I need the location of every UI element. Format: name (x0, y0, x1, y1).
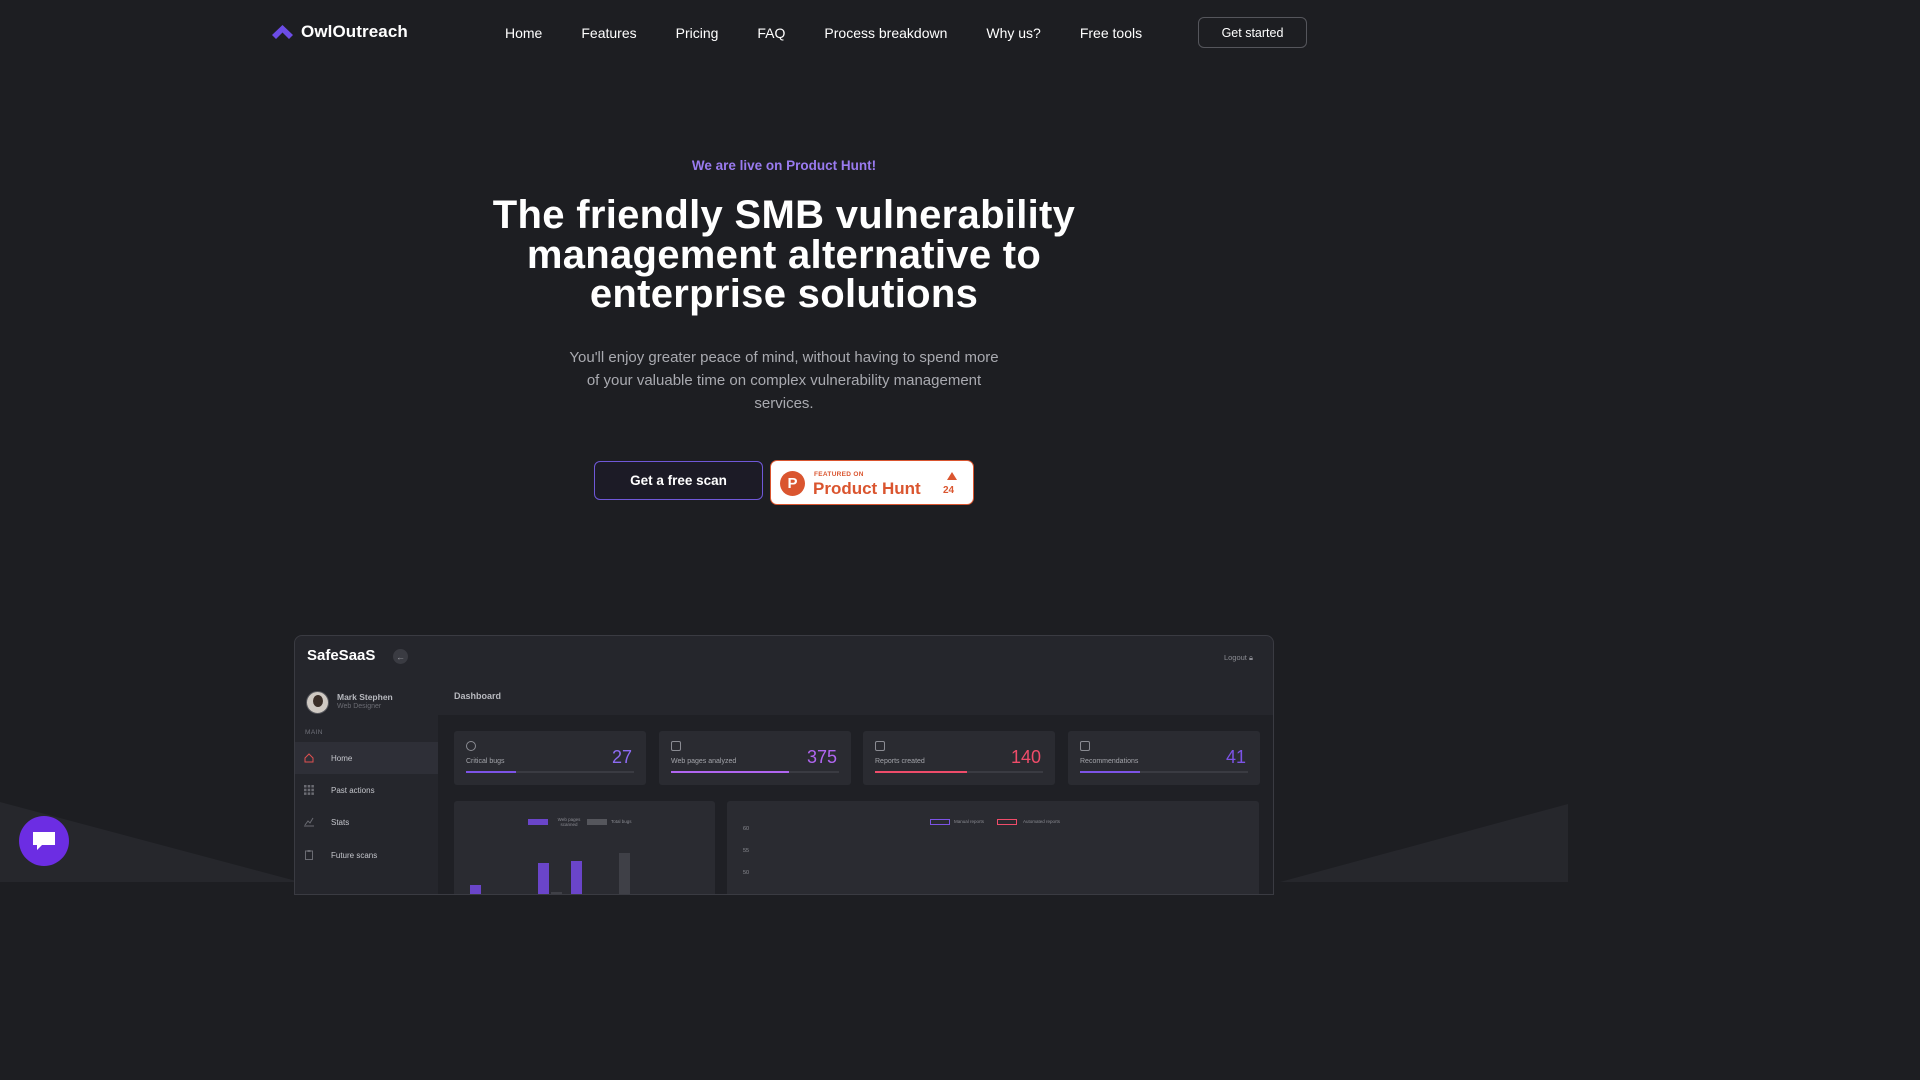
sidebar-section-label: MAIN (305, 729, 323, 736)
stat-value: 27 (611, 747, 632, 767)
chart-bar (504, 894, 515, 895)
stat-card-reports[interactable]: Reports created 140 (863, 731, 1055, 785)
layers-icon (671, 741, 681, 751)
legend-label: Total bugs (611, 819, 632, 824)
sidebar-item-stats[interactable]: Stats (295, 806, 438, 838)
sidebar-item-label: Home (331, 753, 353, 763)
y-tick-label: 60 (743, 826, 750, 832)
chat-bubble-icon (33, 832, 55, 850)
ph-vote-count: 24 (943, 485, 955, 496)
lock-icon: 🔒︎ (1249, 653, 1253, 662)
stat-progress-fill (1080, 771, 1141, 773)
hero-eyebrow: We are live on Product Hunt! (691, 158, 877, 173)
sidebar-item-home[interactable]: Home (295, 742, 438, 774)
dashboard-sidebar: Mark Stephen Web Designer MAIN Home Past… (295, 681, 438, 894)
stat-value: 375 (806, 747, 837, 767)
nav-link-features[interactable]: Features (581, 25, 636, 41)
sidebar-item-past-actions[interactable]: Past actions (295, 774, 438, 806)
stat-label: Web pages analyzed (671, 758, 737, 765)
ph-name: Product Hunt (813, 479, 921, 498)
legend-swatch (930, 819, 950, 825)
stat-progress (875, 771, 1043, 773)
nav-links: Home Features Pricing FAQ Process breakd… (505, 25, 1181, 41)
free-scan-button[interactable]: Get a free scan (594, 461, 763, 500)
legend-label: Web pages scanned (557, 817, 581, 827)
hero-subtitle: You'll enjoy greater peace of mind, with… (569, 349, 999, 412)
legend-swatch (528, 819, 548, 825)
chart-bar (538, 863, 549, 894)
nav-link-home[interactable]: Home (505, 25, 542, 41)
product-hunt-badge[interactable]: P FEATURED ON Product Hunt 24 (770, 460, 974, 505)
dashboard-title: Dashboard (454, 691, 502, 701)
stat-progress-fill (875, 771, 968, 773)
stat-progress (671, 771, 839, 773)
sidebar-item-future-scans[interactable]: Future scans (295, 839, 438, 871)
top-navbar: OwlOutreach Home Features Pricing FAQ Pr… (0, 0, 1568, 66)
logout-link[interactable]: Logout 🔒︎ (1224, 653, 1253, 663)
logout-label: Logout (1223, 653, 1247, 662)
stat-card-critical-bugs[interactable]: Critical bugs 27 (454, 731, 646, 785)
dashboard-brand: SafeSaaS (307, 647, 376, 664)
stat-progress (466, 771, 634, 773)
sidebar-item-label: Stats (331, 817, 350, 827)
home-icon (304, 753, 314, 763)
stat-label: Recommendations (1080, 758, 1139, 765)
owl-logo-icon (272, 25, 293, 39)
product-hunt-logo-icon: P (780, 471, 805, 496)
dashboard-header: Dashboard (438, 681, 1273, 715)
stat-value: 140 (1010, 747, 1041, 767)
stat-progress (1080, 771, 1248, 773)
avatar (306, 691, 329, 714)
chart-icon (304, 817, 314, 827)
brand-name: OwlOutreach (301, 22, 408, 41)
clipboard-icon (875, 741, 885, 751)
grid-icon (304, 785, 314, 795)
nav-link-process[interactable]: Process breakdown (824, 25, 947, 41)
chart-bar (571, 861, 582, 894)
stat-progress-fill (671, 771, 789, 773)
brand-logo[interactable]: OwlOutreach (272, 22, 408, 42)
nav-link-why-us[interactable]: Why us? (986, 25, 1040, 41)
collapse-sidebar-icon[interactable]: ← (393, 649, 408, 664)
stat-card-web-pages[interactable]: Web pages analyzed 375 (659, 731, 851, 785)
y-tick-label: 55 (743, 848, 750, 854)
legend-label: Manual reports (954, 819, 985, 824)
stat-value: 41 (1225, 747, 1246, 767)
legend-swatch (587, 819, 607, 825)
clipboard-icon (305, 850, 313, 860)
chat-launcher-button[interactable] (19, 816, 69, 866)
hero-title: The friendly SMB vulnerability managemen… (492, 193, 1076, 316)
get-started-button[interactable]: Get started (1198, 17, 1307, 48)
nav-link-pricing[interactable]: Pricing (676, 25, 719, 41)
line-chart-panel: Manual reports Automated reports 60 55 5… (727, 801, 1259, 894)
dashboard-main: Dashboard Critical bugs 27 Web pages ana… (438, 681, 1273, 895)
sidebar-item-label: Past actions (331, 785, 375, 795)
upvote-arrow-icon (947, 472, 957, 480)
y-tick-label: 50 (743, 870, 750, 876)
nav-link-faq[interactable]: FAQ (757, 25, 785, 41)
layers-icon (1080, 741, 1090, 751)
ph-featured-label: FEATURED ON (814, 471, 864, 478)
dashboard-preview: SafeSaaS ← Logout 🔒︎ Mark Stephen Web De… (294, 635, 1274, 895)
sidebar-item-label: Future scans (331, 850, 378, 860)
stat-label: Reports created (875, 758, 925, 765)
chart-bar (619, 853, 630, 894)
user-icon (466, 741, 476, 751)
stat-progress-fill (466, 771, 517, 773)
chart-bar (470, 885, 481, 894)
legend-label: Automated reports (1023, 819, 1061, 824)
nav-link-free-tools[interactable]: Free tools (1080, 25, 1142, 41)
stat-label: Critical bugs (466, 758, 505, 765)
bar-chart-panel: Web pages scanned Total bugs (454, 801, 715, 895)
stat-card-recommendations[interactable]: Recommendations 41 (1068, 731, 1260, 785)
user-name: Mark Stephen (337, 692, 393, 702)
user-role: Web Designer (337, 703, 382, 710)
chart-bar (551, 892, 562, 894)
legend-swatch (997, 819, 1017, 825)
